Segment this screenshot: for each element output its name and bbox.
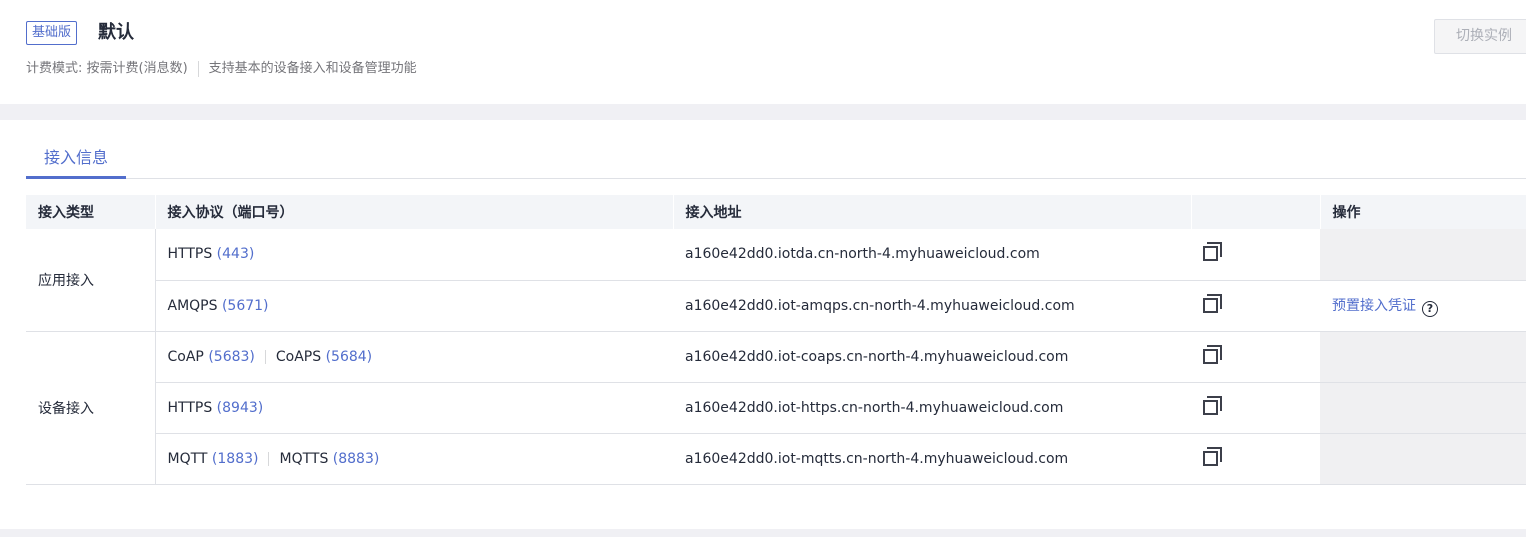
preset-credentials-link[interactable]: 预置接入凭证	[1332, 298, 1416, 314]
copy-cell	[1191, 229, 1320, 281]
address-cell: a160e42dd0.iotda.cn-north-4.myhuaweiclou…	[673, 229, 1191, 281]
address-cell: a160e42dd0.iot-mqtts.cn-north-4.myhuawei…	[673, 433, 1191, 485]
address-cell: a160e42dd0.iot-coaps.cn-north-4.myhuawei…	[673, 331, 1191, 383]
access-type-cell: 设备接入	[26, 331, 156, 485]
protocol-name: MQTT	[167, 450, 208, 467]
billing-mode: 计费模式: 按需计费(消息数)	[26, 61, 188, 76]
protocol-port: (5671)	[221, 297, 269, 314]
operation-cell	[1320, 433, 1526, 485]
copy-cell	[1191, 382, 1320, 434]
edition-badge: 基础版	[26, 21, 78, 45]
protocol-cell: MQTT (1883) MQTTS (8883)	[155, 433, 673, 485]
protocol-name: CoAPS	[275, 348, 322, 365]
address-cell: a160e42dd0.iot-https.cn-north-4.myhuawei…	[673, 382, 1191, 434]
table-row: AMQPS (5671) a160e42dd0.iot-amqps.cn-nor…	[26, 280, 1526, 332]
protocol-name: HTTPS	[167, 246, 213, 263]
protocol-separator	[264, 349, 266, 364]
copy-cell	[1191, 280, 1320, 332]
operation-cell	[1320, 382, 1526, 434]
access-type-cell: 应用接入	[26, 229, 156, 332]
table-row: 应用接入 HTTPS (443) a160e42dd0.iotda.cn-nor…	[26, 229, 1526, 332]
protocol-cell: CoAP (5683) CoAPS (5684)	[155, 331, 673, 383]
col-copy	[1191, 195, 1321, 229]
protocol-port: (8883)	[332, 450, 380, 467]
meta-divider	[197, 60, 199, 77]
table-header-row: 接入类型 接入协议（端口号） 接入地址 操作	[26, 195, 1526, 229]
tab-bar: 接入信息	[26, 144, 1526, 179]
protocol-name: AMQPS	[167, 297, 218, 314]
instance-meta: 计费模式: 按需计费(消息数) 支持基本的设备接入和设备管理功能	[26, 58, 417, 80]
copy-icon[interactable]	[1203, 446, 1223, 467]
protocol-name: CoAP	[167, 348, 204, 365]
col-access-type: 接入类型	[26, 195, 156, 229]
instance-header: 基础版 默认 计费模式: 按需计费(消息数) 支持基本的设备接入和设备管理功能 切…	[0, 0, 1526, 104]
protocol-port: (443)	[216, 246, 255, 263]
question-circle-icon[interactable]: ?	[1422, 300, 1438, 317]
col-protocol: 接入协议（端口号）	[155, 195, 674, 229]
tab-access-info[interactable]: 接入信息	[26, 144, 126, 179]
protocol-port: (5683)	[208, 348, 255, 365]
copy-icon[interactable]	[1203, 242, 1223, 262]
copy-icon[interactable]	[1203, 395, 1223, 416]
instance-description: 支持基本的设备接入和设备管理功能	[208, 61, 417, 76]
switch-instance-button[interactable]: 切换实例	[1434, 19, 1526, 54]
access-info-card: 接入信息 接入类型 接入协议（端口号） 接入地址 操作 应用接入 HTTPS (…	[0, 120, 1526, 529]
col-address: 接入地址	[673, 195, 1192, 229]
copy-icon[interactable]	[1203, 293, 1223, 314]
protocol-port: (5684)	[325, 348, 373, 365]
operation-cell: 预置接入凭证?	[1320, 280, 1526, 332]
table-row: 设备接入 CoAP (5683) CoAPS (5684) a160e42dd0.…	[26, 331, 1526, 485]
protocol-cell: HTTPS (8943)	[155, 382, 673, 434]
protocol-cell: AMQPS (5671)	[155, 280, 673, 332]
protocol-name: MQTTS	[279, 450, 329, 467]
protocol-port: (8943)	[216, 399, 264, 416]
copy-cell	[1191, 331, 1320, 383]
table-row: MQTT (1883) MQTTS (8883) a160e42dd0.iot-m…	[26, 433, 1526, 485]
protocol-cell: HTTPS (443)	[155, 229, 673, 281]
operation-cell	[1320, 229, 1526, 281]
protocol-name: HTTPS	[167, 399, 213, 416]
copy-cell	[1191, 433, 1320, 485]
operation-cell	[1320, 331, 1526, 383]
protocol-port: (1883)	[211, 450, 259, 467]
protocol-separator	[268, 451, 270, 466]
table-row: HTTPS (8943) a160e42dd0.iot-https.cn-nor…	[26, 382, 1526, 434]
copy-icon[interactable]	[1203, 344, 1223, 365]
address-cell: a160e42dd0.iot-amqps.cn-north-4.myhuawei…	[673, 280, 1191, 332]
col-operation: 操作	[1320, 195, 1526, 229]
instance-name: 默认	[98, 22, 134, 43]
access-table: 接入类型 接入协议（端口号） 接入地址 操作 应用接入 HTTPS (443) …	[26, 195, 1526, 485]
